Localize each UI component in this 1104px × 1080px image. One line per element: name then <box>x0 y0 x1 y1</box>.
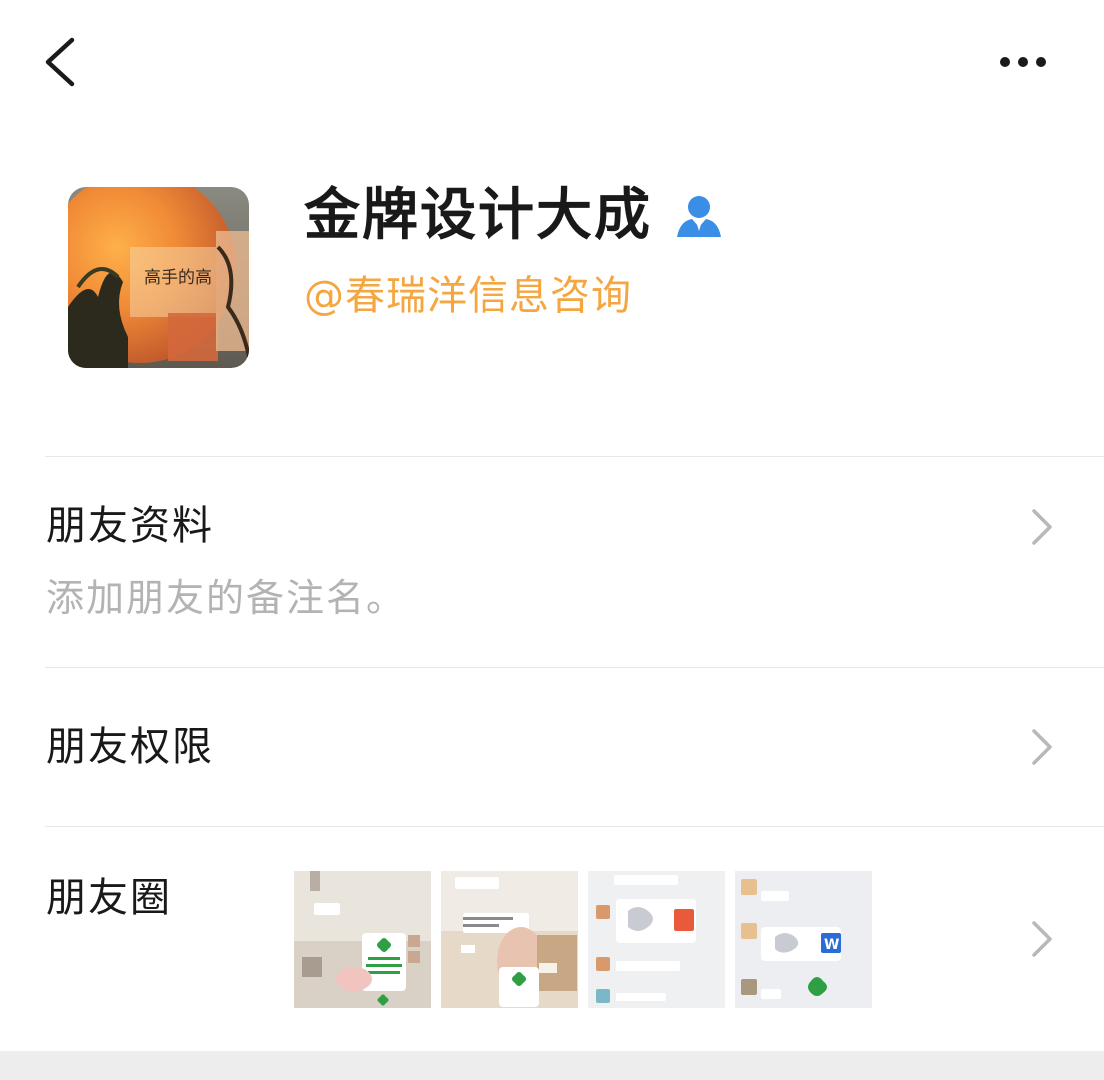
svg-text:高手的高: 高手的高 <box>144 268 212 288</box>
person-icon <box>677 196 721 237</box>
permissions-title: 朋友权限 <box>46 724 214 770</box>
moment-thumbnail-1[interactable] <box>294 871 431 1008</box>
profile-info-row[interactable] <box>0 457 1104 667</box>
more-dots-icon <box>1000 57 1046 67</box>
nickname-row: 金牌设计大成 <box>304 178 724 254</box>
company-label: @春瑞洋信息咨询 <box>304 273 632 319</box>
avatar-image: 高手的高 <box>68 187 249 368</box>
chevron-right-icon <box>1032 921 1052 957</box>
moment-thumbnail-2[interactable] <box>441 871 578 1008</box>
profile-info-title: 朋友资料 <box>46 503 214 549</box>
chevron-right-icon <box>1032 509 1052 545</box>
chevron-right-icon <box>1032 729 1052 765</box>
more-button[interactable] <box>990 40 1060 84</box>
moment-thumbnail-4[interactable]: W <box>735 871 872 1008</box>
bottom-separator <box>0 1051 1104 1080</box>
moment-thumbnail-3[interactable] <box>588 871 725 1008</box>
moments-title: 朋友圈 <box>46 875 172 921</box>
avatar[interactable]: 高手的高 <box>68 187 249 368</box>
svg-text:W: W <box>824 937 839 953</box>
chevron-left-icon <box>45 37 75 87</box>
profile-info-subtitle: 添加朋友的备注名。 <box>46 576 407 620</box>
nickname: 金牌设计大成 <box>304 183 652 248</box>
contact-profile-page: 高手的高 金牌设计大成 @春瑞洋信息咨询 朋友资料 添加朋友的备注名。 朋友权限 <box>0 0 1104 1080</box>
back-button[interactable] <box>36 32 88 92</box>
